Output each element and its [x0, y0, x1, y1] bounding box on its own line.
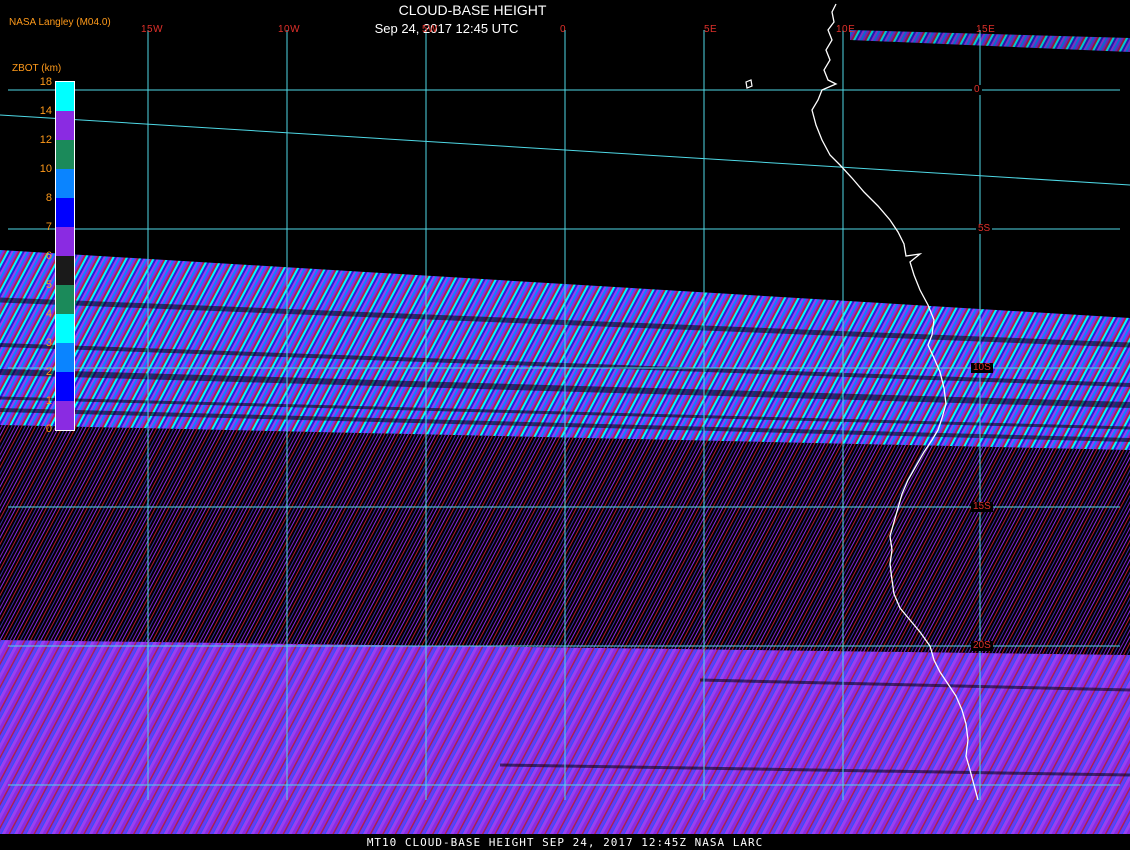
legend-tick-label: 4 — [45, 308, 52, 320]
legend-swatch — [56, 372, 74, 401]
legend-tick-label: 2 — [45, 366, 52, 378]
legend-tick-label: 5 — [45, 279, 52, 291]
legend-tick-label: 0 — [45, 423, 52, 435]
lat-label-10s: 10S — [971, 362, 993, 373]
legend-swatch — [56, 198, 74, 227]
lon-label-5e: 5E — [704, 24, 718, 35]
footer-caption: MT10 CLOUD-BASE HEIGHT SEP 24, 2017 12:4… — [366, 836, 764, 849]
legend-tick-label: 10 — [39, 163, 52, 175]
legend-swatch — [56, 111, 74, 140]
lon-label-0: 0 — [560, 24, 567, 35]
map-timestamp: Sep 24, 2017 12:45 UTC — [374, 21, 519, 36]
legend-tick-label: 3 — [45, 337, 52, 349]
legend-swatch — [56, 314, 74, 343]
lat-label-5s: 5S — [976, 223, 993, 234]
legend-tick-label: 12 — [39, 134, 52, 146]
legend-color-bar — [55, 81, 75, 431]
legend-tick-label: 18 — [39, 76, 52, 88]
legend-swatch — [56, 401, 74, 430]
map-title: CLOUD-BASE HEIGHT — [398, 2, 547, 18]
legend-swatch — [56, 256, 74, 285]
lon-label-5w: 5W — [422, 24, 438, 35]
legend-swatch — [56, 169, 74, 198]
map-viewer: NASA Langley (M04.0) CLOUD-BASE HEIGHT S… — [0, 0, 1130, 850]
legend-title: ZBOT (km) — [12, 63, 62, 74]
lon-label-15e: 15E — [976, 24, 996, 35]
legend-swatch — [56, 140, 74, 169]
lat-label-20s: 20S — [971, 640, 993, 651]
legend-tick-label: 1 — [45, 395, 52, 407]
lat-label-0: 0 — [972, 84, 982, 95]
lon-label-10e: 10E — [836, 24, 856, 35]
island-icon — [745, 79, 753, 89]
map-canvas — [0, 3, 1130, 850]
legend-swatch — [56, 343, 74, 372]
legend-swatch — [56, 285, 74, 314]
legend-tick-label: 8 — [45, 192, 52, 204]
lat-label-15s: 15S — [971, 501, 993, 512]
legend-swatch — [56, 82, 74, 111]
lon-label-10w: 10W — [278, 24, 301, 35]
legend-tick-label: 6 — [45, 250, 52, 262]
legend-swatch — [56, 227, 74, 256]
legend-tick-label: 7 — [45, 221, 52, 233]
lon-label-15w: 15W — [141, 24, 164, 35]
legend-tick-label: 14 — [39, 105, 52, 117]
